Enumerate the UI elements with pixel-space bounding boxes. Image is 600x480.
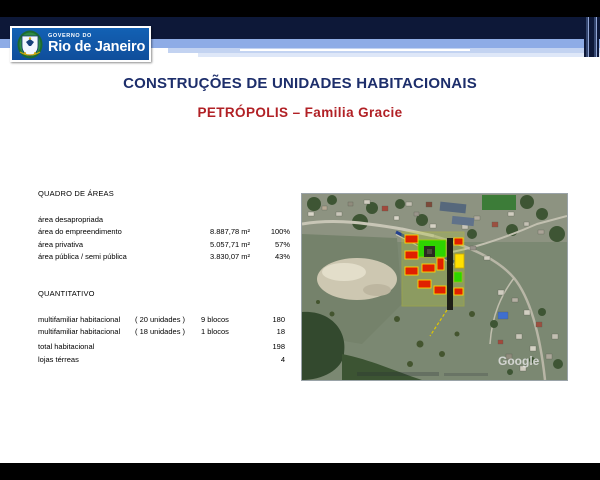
quant-units: ( 18 unidades ) [135,326,201,338]
quant-total: 180 [247,314,285,326]
area-value: 5.057,71 m² [193,239,250,251]
area-percent: 100% [250,226,290,238]
page-subtitle: PETRÓPOLIS – Familia Gracie [0,105,600,120]
satellite-map: Google [302,194,567,380]
rj-coat-of-arms-icon [17,30,43,59]
area-label: área do empreendimento [38,226,193,238]
table-row: área do empreendimento 8.887,78 m² 100% [38,226,290,238]
quant-label: total habitacional [38,341,135,353]
quant-label: multifamiliar habitacional [38,314,135,326]
area-label: área privativa [38,239,193,251]
page-title: CONSTRUÇÕES DE UNIDADES HABITACIONAIS [0,75,600,92]
presentation-slide: GOVERNO DO Rio de Janeiro CONSTRUÇÕES DE… [0,17,600,463]
quant-total: 18 [247,326,285,338]
table-row: área pública / semi pública 3.830,07 m² … [38,251,290,263]
areas-heading: QUADRO DE ÁREAS [38,189,290,198]
area-percent [250,214,290,226]
satellite-map-figure: Google [301,193,568,381]
table-row: multifamiliar habitacional ( 18 unidades… [38,326,288,338]
quant-total: 198 [247,341,285,353]
quant-label: lojas térreas [38,354,135,366]
government-banner: GOVERNO DO Rio de Janeiro [10,26,151,62]
area-label: área desapropriada [38,214,193,226]
quant-units: ( 20 unidades ) [135,314,201,326]
quant-blocks: 1 blocos [201,326,247,338]
area-value: 8.887,78 m² [193,226,250,238]
area-percent: 57% [250,239,290,251]
table-row: área desapropriada [38,214,290,226]
header-edge-stripes [584,17,599,57]
quant-label: multifamiliar habitacional [38,326,135,338]
area-value: 3.830,07 m² [193,251,250,263]
areas-table: QUADRO DE ÁREAS área desapropriada área … [38,189,290,263]
quantitativo-table: QUANTITATIVO multifamiliar habitacional … [38,289,288,366]
area-label: área pública / semi pública [38,251,193,263]
header-blue-bar-3 [198,53,600,57]
google-watermark: Google [498,354,540,368]
quantitativo-heading: QUANTITATIVO [38,289,288,298]
table-row: lojas térreas 4 [38,354,288,366]
government-banner-text: GOVERNO DO Rio de Janeiro [48,34,145,55]
table-row: total habitacional 198 [38,341,288,353]
header-white-line [240,49,470,51]
table-row: área privativa 5.057,71 m² 57% [38,239,290,251]
quant-total: 4 [247,354,285,366]
table-row: multifamiliar habitacional ( 20 unidades… [38,314,288,326]
government-name: Rio de Janeiro [48,40,145,55]
area-percent: 43% [250,251,290,263]
quant-blocks: 9 blocos [201,314,247,326]
area-value [193,214,250,226]
